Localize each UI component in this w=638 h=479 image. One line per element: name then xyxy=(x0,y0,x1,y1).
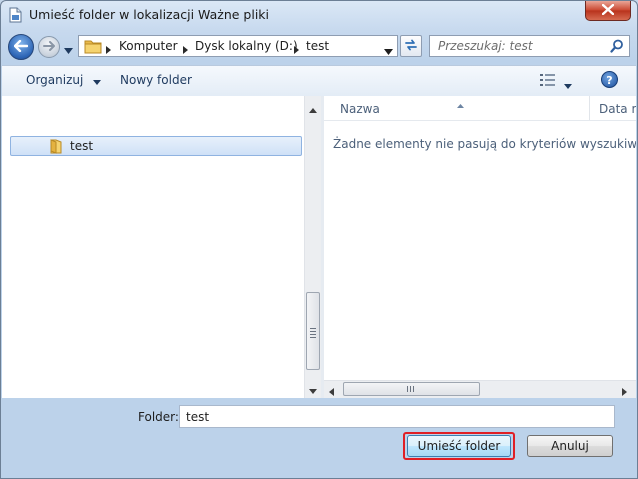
search-icon[interactable] xyxy=(610,39,624,56)
back-button[interactable] xyxy=(8,34,34,60)
grip-icon xyxy=(407,386,414,392)
column-separator[interactable] xyxy=(589,96,590,120)
scroll-left-icon[interactable] xyxy=(329,385,334,398)
nav-item-label: test xyxy=(70,139,94,153)
title-bar[interactable]: Umieść folder w lokalizacji Ważne pliki xyxy=(1,1,637,29)
nav-item-test[interactable]: test xyxy=(10,136,302,156)
dialog-window: Umieść folder w lokalizacji Ważne pliki xyxy=(0,0,638,479)
refresh-icon xyxy=(404,39,418,54)
recent-pages-dropdown[interactable] xyxy=(64,43,73,57)
folder-icon xyxy=(84,39,102,57)
breadcrumb-separator-icon[interactable] xyxy=(183,43,188,57)
place-folder-button[interactable]: Umieść folder xyxy=(407,435,511,457)
forward-button[interactable] xyxy=(38,36,60,58)
breadcrumb-separator-icon[interactable] xyxy=(294,43,299,57)
column-header-name[interactable]: Nazwa xyxy=(340,102,380,116)
document-icon xyxy=(9,7,22,23)
navigation-bar: Komputer Dysk lokalny (D:) test Przeszuk… xyxy=(1,31,637,63)
chevron-down-icon xyxy=(93,74,102,88)
empty-state-message: Żadne elementy nie pasują do kryteriów w… xyxy=(333,137,636,151)
sort-ascending-icon xyxy=(457,97,464,111)
arrow-left-icon xyxy=(13,39,29,55)
column-header-row: Nazwa Data m xyxy=(324,96,636,121)
cancel-button[interactable]: Anuluj xyxy=(527,435,613,457)
file-list-horizontal-scrollbar[interactable] xyxy=(324,380,636,398)
command-toolbar: Organizuj Nowy folder ? xyxy=(2,65,636,97)
breadcrumb-computer[interactable]: Komputer xyxy=(119,39,178,53)
help-icon[interactable]: ? xyxy=(601,71,618,88)
new-folder-button[interactable]: Nowy folder xyxy=(120,73,192,87)
address-bar[interactable]: Komputer Dysk lokalny (D:) test xyxy=(78,35,398,57)
breadcrumb-separator-icon[interactable] xyxy=(106,43,111,57)
breadcrumb-test[interactable]: test xyxy=(306,39,329,53)
scroll-right-icon[interactable] xyxy=(622,385,627,398)
chevron-down-icon[interactable] xyxy=(564,78,572,92)
window-title: Umieść folder w lokalizacji Ważne pliki xyxy=(29,7,270,22)
navigation-pane-scrollbar[interactable] xyxy=(304,96,321,398)
organize-menu-button[interactable]: Organizuj xyxy=(26,73,102,88)
close-icon xyxy=(601,3,615,18)
close-button[interactable] xyxy=(585,1,631,21)
folder-field-label: Folder: xyxy=(138,410,179,424)
chevron-down-icon[interactable] xyxy=(384,44,393,58)
grip-icon xyxy=(310,328,316,340)
folder-icon xyxy=(49,139,63,157)
search-box[interactable]: Przeszukaj: test xyxy=(429,35,630,57)
view-options-icon[interactable] xyxy=(540,74,556,89)
navigation-pane: test xyxy=(2,96,304,398)
organize-label: Organizuj xyxy=(26,73,84,87)
scroll-thumb[interactable] xyxy=(343,382,480,396)
scroll-down-icon[interactable] xyxy=(309,383,317,397)
scroll-thumb[interactable] xyxy=(306,292,320,370)
breadcrumb-local-disk[interactable]: Dysk lokalny (D:) xyxy=(195,39,298,53)
search-placeholder[interactable]: Przeszukaj: test xyxy=(438,39,533,53)
file-list-pane: Nazwa Data m Żadne elementy nie pasują d… xyxy=(324,96,636,398)
scroll-up-icon[interactable] xyxy=(309,102,317,116)
column-header-date[interactable]: Data m xyxy=(599,102,636,116)
arrow-right-icon xyxy=(43,40,55,54)
folder-name-input[interactable] xyxy=(179,405,615,428)
refresh-button[interactable] xyxy=(400,35,422,57)
